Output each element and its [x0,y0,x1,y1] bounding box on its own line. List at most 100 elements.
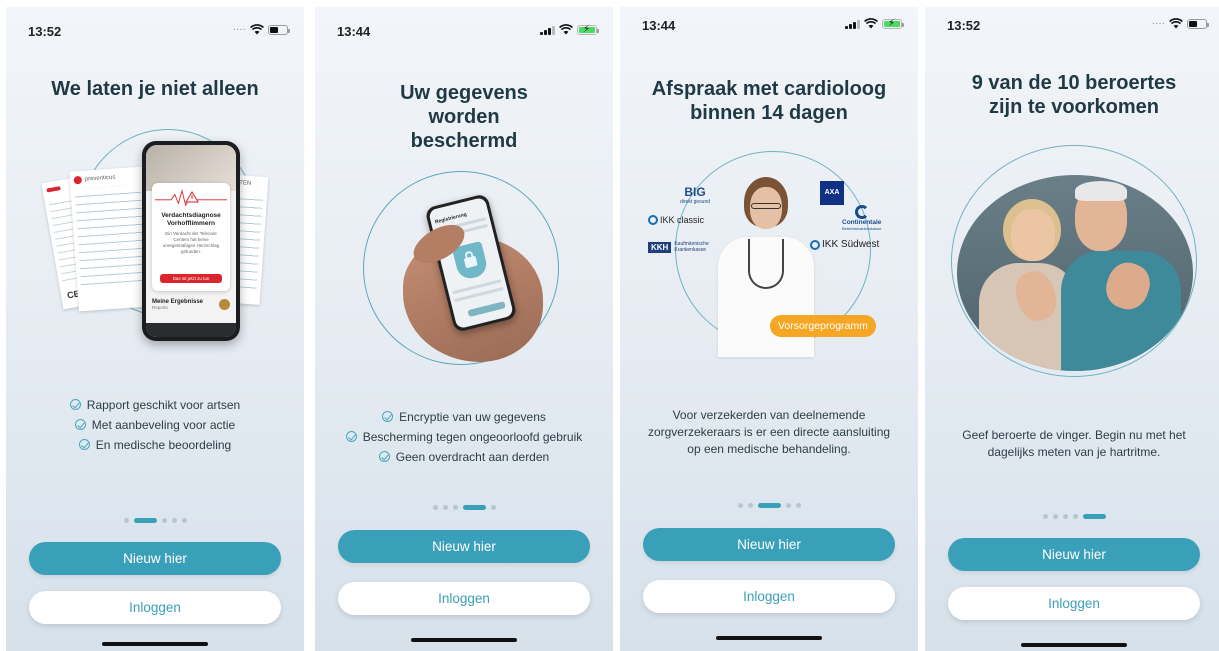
status-bar: 13:52 ···· [28,23,290,40]
status-time: 13:52 [947,18,981,33]
description-text: Geef beroerte de vinger. Begin nu met he… [962,428,1186,459]
page-dot-active[interactable] [133,518,157,523]
wifi-icon [559,24,573,35]
page-indicator[interactable] [315,505,613,510]
continentale-mark-icon [854,205,869,219]
page-dot[interactable] [1052,514,1058,519]
page-dot[interactable] [442,505,448,510]
feature-text: En medische beoordeling [95,438,232,452]
illustration-secure-phone: Registrierung [363,157,568,382]
home-indicator[interactable] [102,642,208,646]
page-indicator[interactable] [925,514,1219,519]
wifi-icon [1169,18,1183,29]
photo-circle [957,175,1193,371]
logo-text: IKK classic [660,215,705,225]
wifi-icon [250,24,264,35]
page-dot[interactable] [432,505,438,510]
page-title: We laten je niet alleen [51,78,259,100]
cellular-signal-icon [845,19,860,29]
onboarding-screen-4: 13:52 ···· 9 van de 10 beroertes zijn te… [925,7,1219,651]
home-indicator[interactable] [1021,643,1127,647]
feature-item: Bescherming tegen ongeoorloofd gebruik [315,427,613,447]
page-dot[interactable] [785,503,791,508]
feature-item: Met aanbeveling voor actie [6,415,304,435]
page-dot[interactable] [171,518,177,523]
new-here-button[interactable]: Nieuw hier [643,528,895,561]
page-indicator[interactable] [620,503,918,508]
check-circle-icon [345,431,357,442]
page-title: Uw gegevens worden beschermd [400,82,528,152]
login-button[interactable]: Inloggen [338,582,590,615]
phone-mockup: Verdachtsdiagnose Vorhofflimmern Ein Ver… [142,141,240,341]
new-here-button[interactable]: Nieuw hier [338,530,590,563]
report-brand: preventicus [84,174,116,183]
signal-dots-icon: ···· [232,23,246,35]
battery-charging-icon: ⚡ [577,24,599,35]
page-dot-active[interactable] [757,503,781,508]
logo-subtext: Betriebskrankenkasse [842,226,882,231]
man-hair [1075,181,1127,201]
page-dot[interactable] [161,518,167,523]
page-dot[interactable] [737,503,743,508]
results-row: Meine Ergebnisse Reports [152,299,230,310]
report-paper-mid: preventicus [69,166,153,312]
results-icon [219,299,230,310]
page-dot[interactable] [490,505,496,510]
login-button[interactable]: Inloggen [948,587,1200,620]
alert-card: Verdachtsdiagnose Vorhofflimmern Ein Ver… [152,183,230,291]
page-dot[interactable] [747,503,753,508]
page-dot-active[interactable] [462,505,486,510]
home-indicator[interactable] [411,638,517,642]
status-bar: 13:44 ⚡ [337,24,599,40]
page-dot-active[interactable] [1082,514,1106,519]
heart-logo-icon [73,175,83,185]
feature-text: Encryptie van uw gegevens [399,410,546,424]
battery-charging-icon: ⚡ [882,18,904,29]
ikk-mark-icon [648,215,658,225]
status-bar: 13:44 ⚡ [642,18,904,34]
ikk-mark-icon [810,239,820,250]
login-button[interactable]: Inloggen [29,591,281,624]
page-dot[interactable] [795,503,801,508]
description-text: Voor verzekerden van deelnemende zorgver… [647,408,891,456]
feature-list: Rapport geschikt voor artsen Met aanbeve… [6,395,304,455]
page-dot[interactable] [1062,514,1068,519]
status-time: 13:44 [642,18,676,33]
insurer-logo-axa: AXA [820,181,844,205]
page-dot[interactable] [123,518,129,523]
check-circle-icon [382,411,394,422]
insurer-logo-big: BIG direkt gesund [680,185,710,205]
logo-subtext: Kaufmännische Krankenkasse [674,241,709,253]
insurer-logo-continentale: Continentale Betriebskrankenkasse [842,205,881,231]
login-button[interactable]: Inloggen [643,580,895,613]
battery-icon [268,24,290,35]
diagnosis-title: Verdachtsdiagnose Vorhofflimmern [161,212,221,227]
page-indicator[interactable] [6,518,304,523]
logo-text: BIG [684,185,706,199]
page-dot[interactable] [1042,514,1048,519]
new-here-button[interactable]: Nieuw hier [29,542,281,575]
feature-list: Encryptie van uw gegevens Bescherming te… [315,407,613,467]
insurer-logo-ikk-sudwest: IKK Südwest [810,239,879,250]
check-circle-icon [78,439,90,450]
cta-button: Das ist jetzt zu tun [160,274,222,283]
logo-text: AXA [824,189,840,196]
cellular-signal-icon [540,25,555,35]
illustration-cardiologist: BIG direkt gesund IKK classic KKH Kaufmä… [620,147,918,367]
onboarding-screen-3: 13:44 ⚡ Afspraak met cardioloog binnen 1… [620,7,918,651]
page-dot[interactable] [1072,514,1078,519]
page-title: 9 van de 10 beroertes zijn te voorkomen [971,72,1177,118]
page-dot[interactable] [181,518,187,523]
warning-icon [185,191,199,203]
status-bar: 13:52 ···· [947,18,1209,34]
check-circle-icon [69,399,81,410]
onboarding-screen-1: 13:52 ···· We laten je niet alleen CE pr… [6,7,304,651]
stethoscope-icon [748,239,784,289]
feature-text: Geen overdracht aan derden [395,450,550,464]
illustration-app-report: CE preventicus RAPPORTEN Verdachtsdiagno… [41,125,269,355]
feature-item: Rapport geschikt voor artsen [6,395,304,415]
page-dot[interactable] [452,505,458,510]
new-here-button[interactable]: Nieuw hier [948,538,1200,571]
feature-text: Rapport geschikt voor artsen [86,398,241,412]
home-indicator[interactable] [716,636,822,640]
